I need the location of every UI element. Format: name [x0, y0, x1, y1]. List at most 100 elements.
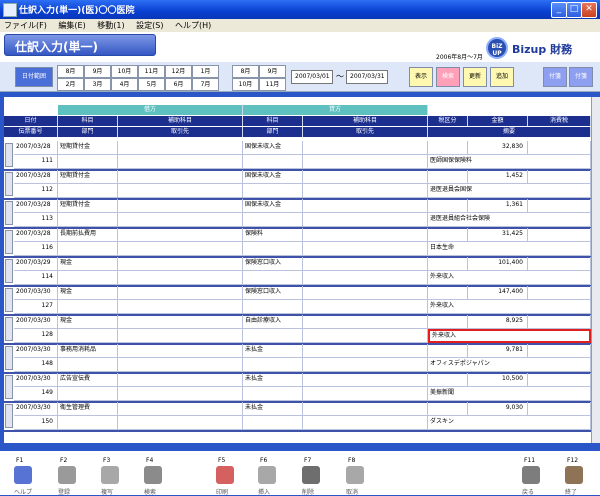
cell-debit-sub[interactable] — [118, 344, 243, 358]
cell-slip-no[interactable]: 112 — [14, 184, 58, 198]
cell-description[interactable]: 外来収入 — [428, 271, 591, 285]
maximize-icon[interactable]: □ — [566, 2, 582, 18]
cell-credit-partner[interactable] — [303, 271, 428, 285]
cell-credit-sub[interactable] — [303, 141, 428, 155]
display-button[interactable]: 表示 — [409, 67, 433, 87]
cell-debit-sub[interactable] — [118, 170, 243, 184]
menu-file[interactable]: ファイル(F) — [0, 19, 52, 31]
cell-debit-account[interactable]: 衛生管理費 — [58, 402, 118, 416]
cell-debit-account[interactable]: 現金 — [58, 286, 118, 300]
cell-debit-sub[interactable] — [118, 315, 243, 329]
cell-credit-sub[interactable] — [303, 170, 428, 184]
copy-icon[interactable] — [101, 466, 119, 484]
sticky-note-button[interactable]: 付箋 — [543, 67, 567, 87]
cell-consumption-tax[interactable] — [528, 402, 591, 416]
cell-credit-sub[interactable] — [303, 199, 428, 213]
cell-debit-sub[interactable] — [118, 402, 243, 416]
cell-consumption-tax[interactable] — [528, 286, 591, 300]
row-select-button[interactable] — [5, 259, 13, 283]
cell-description[interactable]: ダスキン — [428, 416, 591, 430]
cell-date[interactable]: 2007/03/28 — [14, 141, 58, 155]
date-range-button[interactable]: 日付範囲 — [15, 67, 53, 87]
delete-icon[interactable] — [302, 466, 320, 484]
cell-credit-sub[interactable] — [303, 315, 428, 329]
cell-debit-dept[interactable] — [58, 271, 118, 285]
cell-credit-sub[interactable] — [303, 286, 428, 300]
cell-credit-account[interactable]: 保険料 — [243, 228, 303, 242]
cell-debit-account[interactable]: 事務用消耗品 — [58, 344, 118, 358]
cell-date[interactable]: 2007/03/28 — [14, 170, 58, 184]
cell-date[interactable]: 2007/03/29 — [14, 257, 58, 271]
cell-debit-dept[interactable] — [58, 358, 118, 372]
cell-debit-dept[interactable] — [58, 416, 118, 430]
cell-debit-sub[interactable] — [118, 257, 243, 271]
cell-description-focused[interactable]: 外来収入 — [428, 329, 591, 343]
cell-date[interactable]: 2007/03/28 — [14, 228, 58, 242]
cell-credit-sub[interactable] — [303, 402, 428, 416]
cell-date[interactable]: 2007/03/30 — [14, 315, 58, 329]
cell-credit-dept[interactable] — [243, 213, 303, 227]
cell-amount[interactable]: 101,400 — [468, 257, 528, 271]
date-from-input[interactable]: 2007/03/01 — [291, 70, 333, 84]
cell-credit-dept[interactable] — [243, 242, 303, 256]
cell-description[interactable]: 退医退員会国保 — [428, 184, 591, 198]
cell-debit-account[interactable]: 長期前払費用 — [58, 228, 118, 242]
cell-amount[interactable]: 9,781 — [468, 344, 528, 358]
cell-credit-account[interactable]: 未払金 — [243, 402, 303, 416]
cell-debit-partner[interactable] — [118, 387, 243, 401]
cell-consumption-tax[interactable] — [528, 170, 591, 184]
menu-help[interactable]: ヘルプ(H) — [171, 19, 216, 31]
cell-tax[interactable] — [428, 141, 468, 155]
insert-icon[interactable] — [258, 466, 276, 484]
cell-consumption-tax[interactable] — [528, 199, 591, 213]
cell-debit-partner[interactable] — [118, 416, 243, 430]
cell-credit-partner[interactable] — [303, 242, 428, 256]
cell-debit-partner[interactable] — [118, 242, 243, 256]
close-icon[interactable]: ✕ — [581, 2, 597, 18]
cell-credit-partner[interactable] — [303, 358, 428, 372]
cell-description[interactable]: 退医退員組合社会保険 — [428, 213, 591, 227]
add-button[interactable]: 追加 — [490, 67, 514, 87]
cell-credit-account[interactable]: 国保未収入金 — [243, 141, 303, 155]
cell-consumption-tax[interactable] — [528, 228, 591, 242]
cell-credit-dept[interactable] — [243, 358, 303, 372]
cell-description[interactable]: 美振新聞 — [428, 387, 591, 401]
cell-credit-partner[interactable] — [303, 387, 428, 401]
cell-credit-account[interactable]: 保険窓口収入 — [243, 286, 303, 300]
cell-amount[interactable]: 147,400 — [468, 286, 528, 300]
date-to-input[interactable]: 2007/03/31 — [346, 70, 388, 84]
cell-debit-sub[interactable] — [118, 199, 243, 213]
cell-slip-no[interactable]: 111 — [14, 155, 58, 169]
cell-debit-account[interactable]: 短期貸付金 — [58, 141, 118, 155]
cell-date[interactable]: 2007/03/30 — [14, 344, 58, 358]
cell-amount[interactable]: 32,830 — [468, 141, 528, 155]
cell-debit-dept[interactable] — [58, 329, 118, 343]
month-button[interactable]: 6月 — [165, 78, 192, 91]
cell-slip-no[interactable]: 116 — [14, 242, 58, 256]
cell-slip-no[interactable]: 148 — [14, 358, 58, 372]
cell-credit-account[interactable]: 自由診療収入 — [243, 315, 303, 329]
cell-credit-dept[interactable] — [243, 184, 303, 198]
cell-credit-account[interactable]: 国保未収入金 — [243, 170, 303, 184]
month-button[interactable]: 9月 — [84, 65, 111, 78]
row-select-button[interactable] — [5, 317, 13, 341]
cell-tax[interactable] — [428, 373, 468, 387]
cell-debit-account[interactable]: 現金 — [58, 257, 118, 271]
row-select-button[interactable] — [5, 143, 13, 167]
cell-debit-account[interactable]: 短期貸付金 — [58, 199, 118, 213]
cell-tax[interactable] — [428, 199, 468, 213]
cell-credit-dept[interactable] — [243, 155, 303, 169]
cell-amount[interactable]: 9,030 — [468, 402, 528, 416]
cell-credit-dept[interactable] — [243, 329, 303, 343]
month-button[interactable]: 12月 — [165, 65, 192, 78]
menu-edit[interactable]: 編集(E) — [54, 19, 90, 31]
cell-credit-partner[interactable] — [303, 184, 428, 198]
month-button[interactable]: 7月 — [192, 78, 219, 91]
cell-credit-sub[interactable] — [303, 344, 428, 358]
row-select-button[interactable] — [5, 346, 13, 370]
register-icon[interactable] — [58, 466, 76, 484]
month-button[interactable]: 2月 — [57, 78, 84, 91]
cell-credit-dept[interactable] — [243, 387, 303, 401]
cell-description[interactable]: 医師国保保険料 — [428, 155, 591, 169]
back-icon[interactable] — [522, 466, 540, 484]
